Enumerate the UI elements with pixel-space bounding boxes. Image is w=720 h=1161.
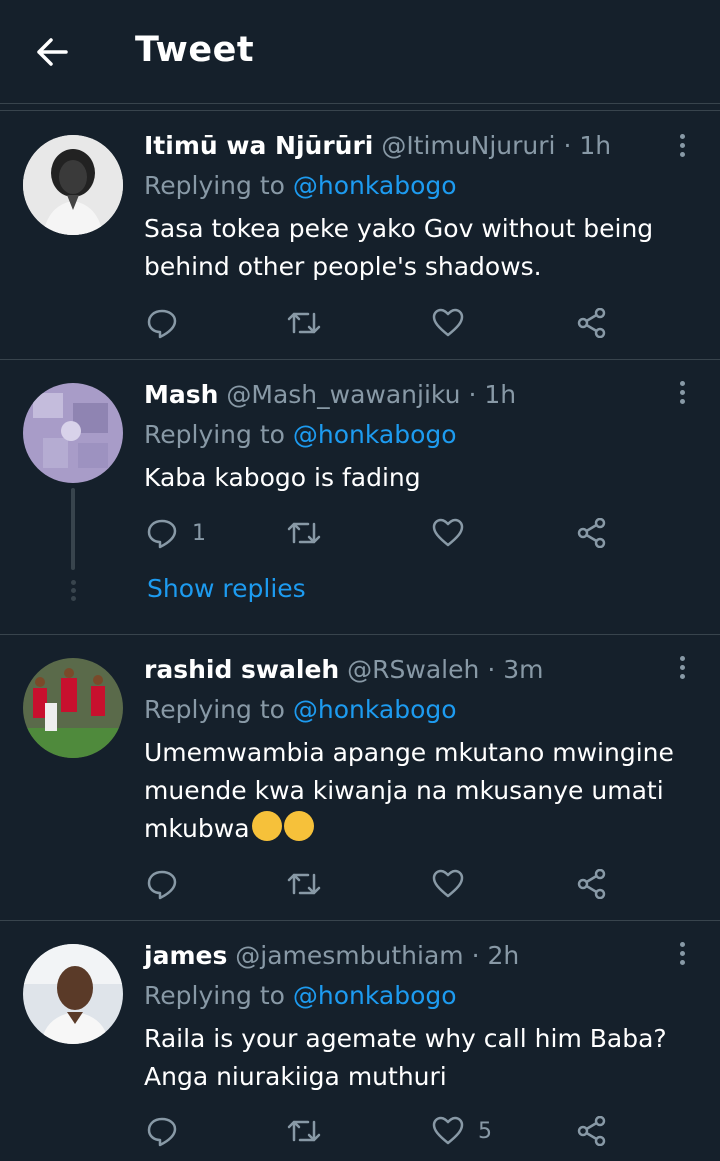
- mention-link[interactable]: @honkabogo: [293, 171, 457, 200]
- more-options-button[interactable]: [668, 130, 696, 160]
- more-options-button[interactable]: [668, 652, 696, 682]
- retweet-icon: [287, 312, 321, 334]
- share-icon: [577, 1116, 606, 1146]
- share-icon: [577, 518, 606, 548]
- thread-dots: [69, 580, 77, 601]
- retweet-button[interactable]: [286, 864, 336, 904]
- like-button[interactable]: 5: [432, 1111, 492, 1151]
- author-name[interactable]: Itimū wa Njūrūri: [144, 131, 373, 160]
- like-count: 5: [478, 1118, 492, 1144]
- replying-to-prefix: Replying to: [144, 695, 293, 724]
- author-handle[interactable]: @RSwaleh: [347, 655, 479, 684]
- reply-button[interactable]: [146, 303, 192, 343]
- share-icon: [577, 308, 606, 338]
- reply-icon: [147, 870, 177, 900]
- author-name[interactable]: rashid swaleh: [144, 655, 339, 684]
- tweet-text: Raila is your agemate why call him Baba?…: [144, 1024, 667, 1091]
- tweet-actions: 1: [144, 513, 624, 553]
- more-options-button[interactable]: [668, 377, 696, 407]
- share-button[interactable]: [576, 1111, 608, 1151]
- retweet-icon: [287, 522, 321, 544]
- replying-to: Replying to @honkabogo: [144, 420, 457, 450]
- show-replies-link[interactable]: Show replies: [147, 574, 306, 603]
- mention-link[interactable]: @honkabogo: [293, 420, 457, 449]
- thread-connector: [71, 488, 75, 570]
- heart-icon: [432, 1116, 464, 1145]
- page-title: Tweet: [135, 30, 255, 70]
- heart-icon: [432, 518, 464, 547]
- tweet-text: Sasa tokea peke yako Gov without being b…: [144, 214, 654, 281]
- share-button[interactable]: [576, 303, 608, 343]
- replying-to: Replying to @honkabogo: [144, 981, 457, 1011]
- author-name[interactable]: Mash: [144, 380, 218, 409]
- reply-button[interactable]: 1: [146, 513, 206, 553]
- laughing-emoji-icon: [283, 811, 314, 841]
- author-handle[interactable]: @Mash_wawanjiku: [226, 380, 460, 409]
- reply-tweet[interactable]: rashid swaleh @RSwaleh · 3m Replying to …: [0, 635, 720, 920]
- laughing-emoji-icon: [251, 811, 282, 841]
- replying-to: Replying to @honkabogo: [144, 695, 457, 725]
- retweet-icon: [287, 873, 321, 895]
- tweet-text: Kaba kabogo is fading: [144, 463, 421, 492]
- replying-to-prefix: Replying to: [144, 171, 293, 200]
- timestamp[interactable]: · 1h: [468, 380, 516, 409]
- avatar[interactable]: [23, 383, 123, 483]
- mention-link[interactable]: @honkabogo: [293, 981, 457, 1010]
- tweet-actions: [144, 303, 624, 343]
- reply-icon: [147, 519, 177, 549]
- retweet-icon: [287, 1120, 321, 1142]
- arrow-left-icon: [37, 38, 68, 66]
- tweet-actions: 5: [144, 1111, 624, 1151]
- heart-icon: [432, 869, 464, 898]
- share-icon: [577, 869, 606, 899]
- avatar[interactable]: [23, 135, 123, 235]
- more-options-button[interactable]: [668, 938, 696, 968]
- reply-icon: [147, 309, 177, 339]
- share-button[interactable]: [576, 864, 608, 904]
- like-button[interactable]: [432, 303, 478, 343]
- like-button[interactable]: [432, 513, 478, 553]
- replying-to: Replying to @honkabogo: [144, 171, 457, 201]
- reply-count: 1: [192, 520, 206, 546]
- top-bar: Tweet: [0, 0, 720, 104]
- author-line: rashid swaleh @RSwaleh · 3m: [144, 655, 543, 685]
- author-name[interactable]: james: [144, 941, 227, 970]
- like-button[interactable]: [432, 864, 478, 904]
- reply-button[interactable]: [146, 864, 192, 904]
- replying-to-prefix: Replying to: [144, 420, 293, 449]
- retweet-button[interactable]: [286, 1111, 336, 1151]
- timestamp[interactable]: · 2h: [472, 941, 520, 970]
- mention-link[interactable]: @honkabogo: [293, 695, 457, 724]
- retweet-button[interactable]: [286, 303, 336, 343]
- reply-tweet[interactable]: Itimū wa Njūrūri @ItimuNjururi · 1h Repl…: [0, 111, 720, 359]
- avatar[interactable]: [23, 944, 123, 1044]
- tweet-text: Umemwambia apange mkutano mwingine muend…: [144, 738, 674, 843]
- author-line: Itimū wa Njūrūri @ItimuNjururi · 1h: [144, 131, 611, 161]
- heart-icon: [432, 308, 464, 337]
- author-line: james @jamesmbuthiam · 2h: [144, 941, 519, 971]
- author-handle[interactable]: @ItimuNjururi: [381, 131, 555, 160]
- retweet-button[interactable]: [286, 513, 336, 553]
- avatar[interactable]: [23, 658, 123, 758]
- reply-tweet[interactable]: Mash @Mash_wawanjiku · 1h Replying to @h…: [0, 360, 720, 634]
- share-button[interactable]: [576, 513, 608, 553]
- author-handle[interactable]: @jamesmbuthiam: [235, 941, 463, 970]
- reply-tweet[interactable]: james @jamesmbuthiam · 2h Replying to @h…: [0, 921, 720, 1161]
- timestamp[interactable]: · 3m: [487, 655, 543, 684]
- tweet-actions: [144, 864, 624, 904]
- author-line: Mash @Mash_wawanjiku · 1h: [144, 380, 516, 410]
- tweet-text-container: Umemwambia apange mkutano mwingine muend…: [144, 734, 684, 848]
- replying-to-prefix: Replying to: [144, 981, 293, 1010]
- timestamp[interactable]: · 1h: [563, 131, 611, 160]
- reply-icon: [147, 1117, 177, 1147]
- reply-button[interactable]: [146, 1111, 192, 1151]
- back-button[interactable]: [30, 30, 74, 74]
